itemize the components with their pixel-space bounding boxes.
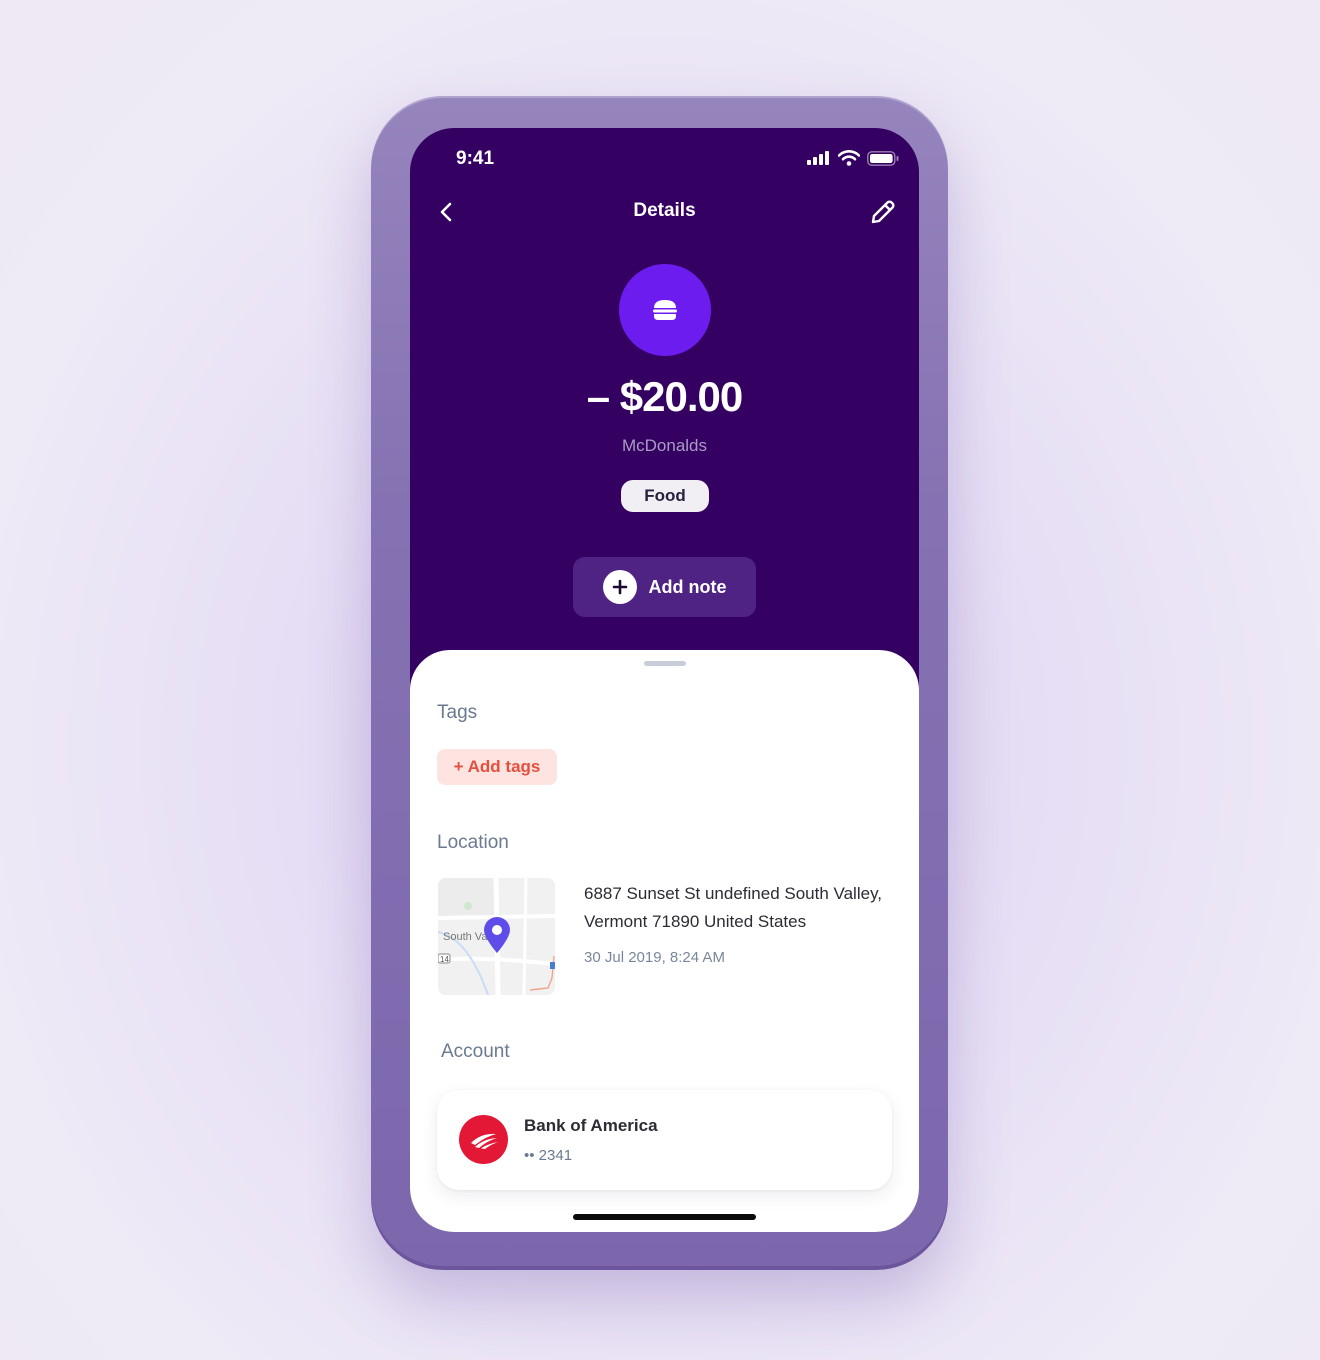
nav-bar: Details <box>410 192 919 232</box>
map-pin-icon <box>484 917 510 953</box>
bank-name: Bank of America <box>524 1116 658 1135</box>
location-section-title: Location <box>437 832 509 853</box>
burger-icon <box>653 300 677 320</box>
add-tags-button[interactable]: + Add tags <box>437 749 557 785</box>
status-bar: 9:41 <box>410 128 919 192</box>
sheet-grabber[interactable] <box>644 661 686 666</box>
plus-icon <box>612 579 627 595</box>
account-section-title: Account <box>441 1041 510 1062</box>
details-sheet: Tags + Add tags Location South Va 14 688… <box>410 650 919 1232</box>
edit-button[interactable] <box>867 196 899 228</box>
merchant-name: McDonalds <box>621 436 708 455</box>
account-number: •• 2341 <box>524 1147 573 1164</box>
account-card[interactable]: Bank of America •• 2341 <box>437 1090 892 1190</box>
pencil-icon <box>871 200 895 224</box>
merchant-avatar <box>619 264 711 356</box>
location-timestamp: 30 Jul 2019, 8:24 AM <box>584 949 725 966</box>
wifi-icon <box>838 150 860 166</box>
add-note-label: Add note <box>648 576 727 597</box>
flag-icon <box>470 1133 498 1149</box>
map-place-label: South Va <box>443 931 488 943</box>
battery-icon <box>867 150 899 166</box>
category-badge[interactable]: Food <box>621 480 709 512</box>
transaction-amount: – $20.00 <box>586 373 744 420</box>
map-road-label: 14 <box>440 955 449 964</box>
signal-icon <box>807 151 829 165</box>
status-time: 9:41 <box>456 148 495 169</box>
location-address: 6887 Sunset St undefined South Valley, V… <box>584 884 883 931</box>
add-note-button[interactable]: Add note <box>573 557 756 617</box>
phone-screen: 9:41 Details – $20.00 McDonalds Food Add… <box>410 128 919 1232</box>
bank-of-america-logo <box>459 1115 508 1164</box>
page-title: Details <box>633 200 696 221</box>
status-icons <box>807 150 899 166</box>
plus-circle <box>602 570 637 604</box>
home-indicator <box>573 1214 756 1220</box>
location-map[interactable]: South Va 14 <box>438 878 555 995</box>
tags-section-title: Tags <box>437 702 478 723</box>
